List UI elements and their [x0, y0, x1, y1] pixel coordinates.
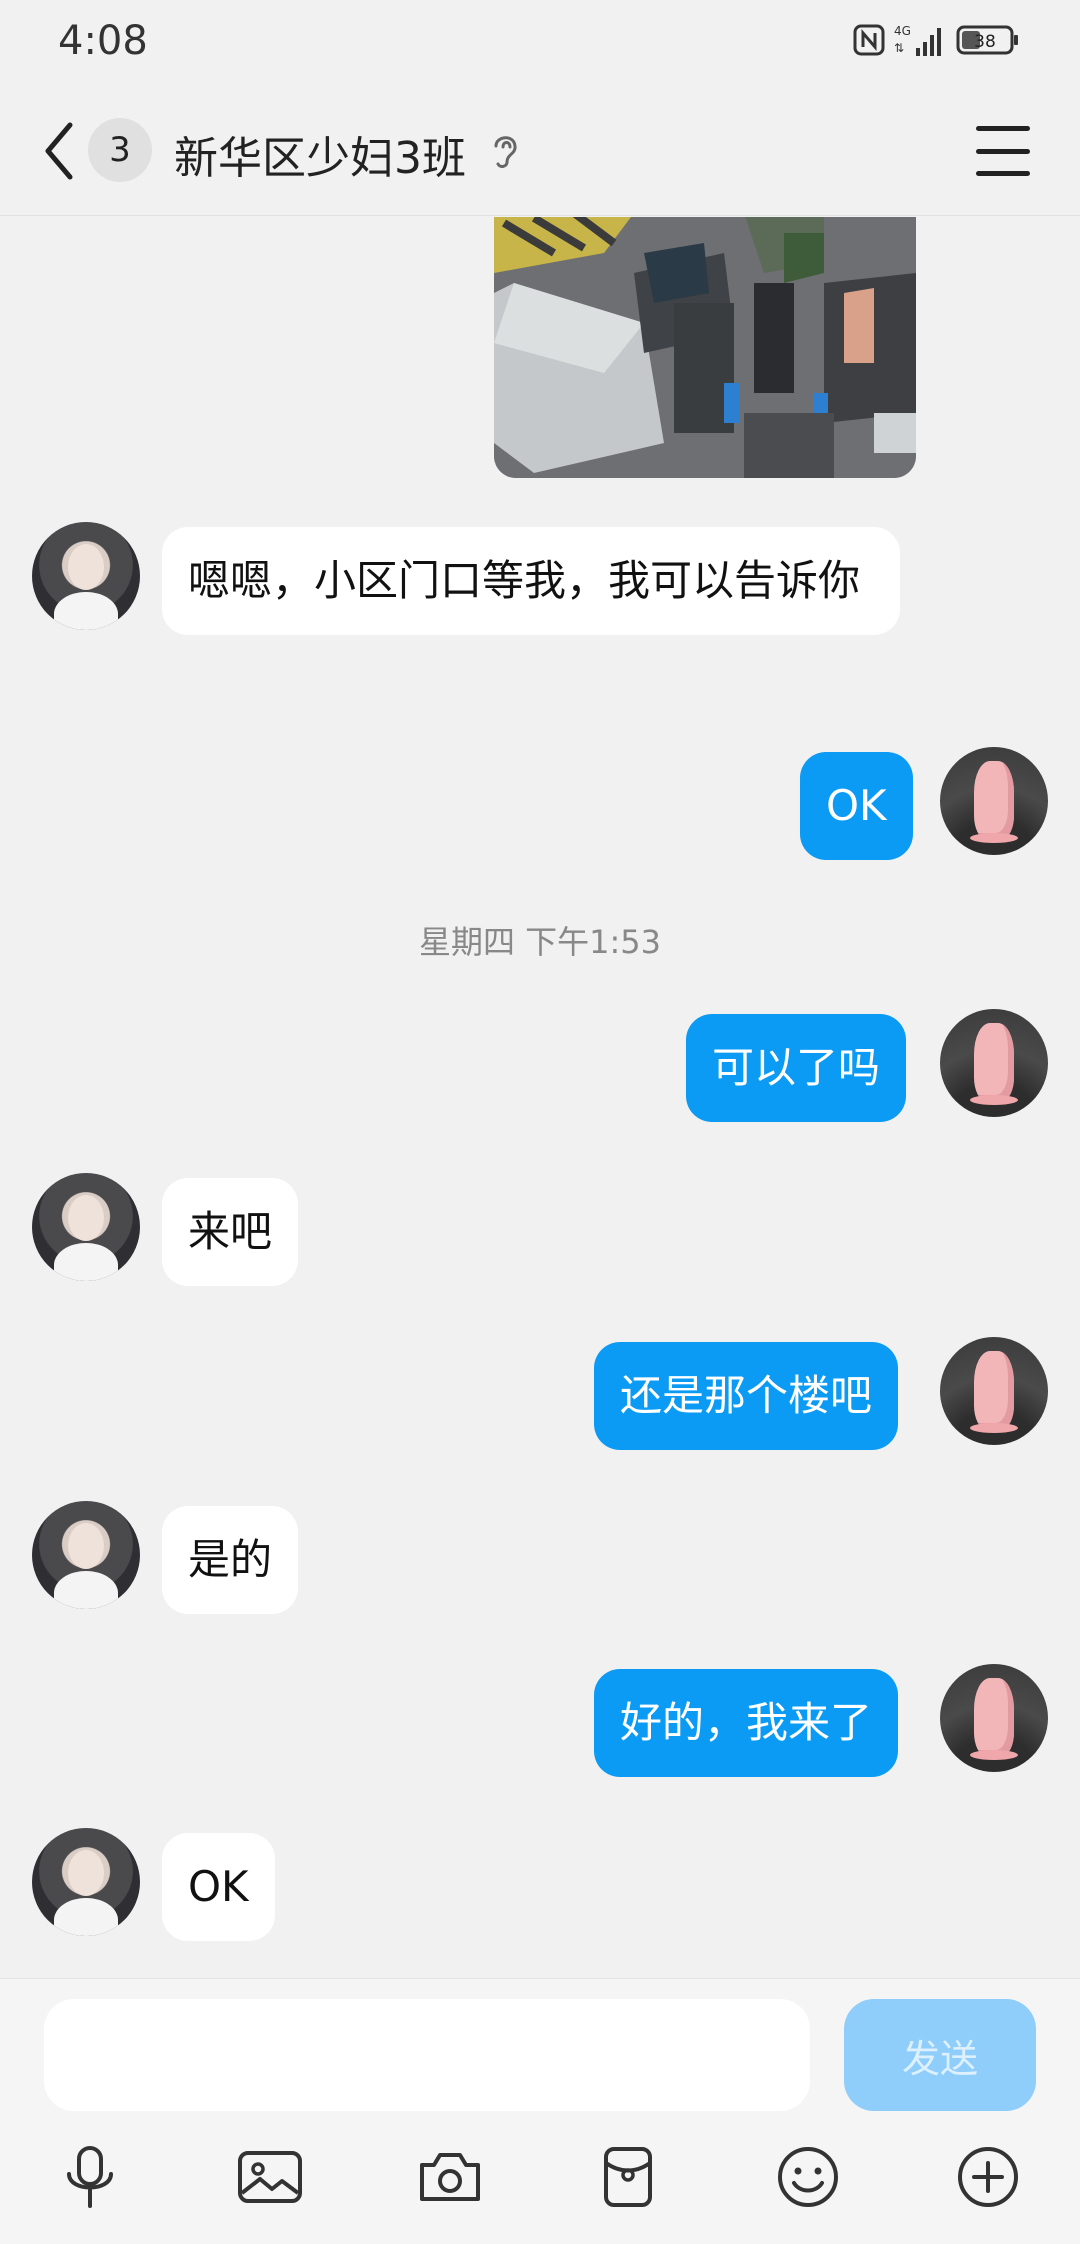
my-avatar[interactable] — [940, 1337, 1048, 1445]
message-bubble-incoming[interactable]: 是的 — [162, 1506, 299, 1614]
input-bar: 发送 — [0, 1978, 1080, 2244]
message-list[interactable]: 嗯嗯，小区门口等我，我可以告诉你 OK 星期四 下午1:53 可以了吗 来吧 还… — [0, 217, 1080, 1977]
send-button[interactable]: 发送 — [844, 1999, 1036, 2111]
ear-icon — [494, 136, 517, 168]
plus-icon — [958, 2147, 1018, 2207]
chat-header: 3 新华区少妇3班 — [0, 86, 1080, 216]
message-bubble-outgoing[interactable]: 还是那个楼吧 — [594, 1342, 899, 1450]
camera-icon — [420, 2153, 480, 2201]
emoji-button[interactable] — [770, 2139, 846, 2215]
input-toolbar — [0, 2139, 1080, 2229]
contact-avatar[interactable] — [32, 1501, 140, 1609]
unread-badge[interactable]: 3 — [88, 118, 152, 182]
network-label: 4G — [894, 24, 911, 38]
my-avatar[interactable] — [940, 747, 1048, 855]
image-icon — [238, 2151, 302, 2203]
message-bubble-outgoing[interactable]: OK — [800, 752, 913, 860]
message-bubble-incoming[interactable]: OK — [162, 1833, 275, 1941]
image-message[interactable] — [494, 217, 916, 478]
chevron-left-icon — [45, 122, 73, 180]
contact-avatar[interactable] — [32, 522, 140, 630]
gallery-button[interactable] — [232, 2139, 308, 2215]
my-avatar[interactable] — [940, 1664, 1048, 1772]
status-time: 4:08 — [58, 18, 148, 64]
message-bubble-outgoing[interactable]: 可以了吗 — [686, 1014, 907, 1122]
red-packet-button[interactable] — [590, 2139, 666, 2215]
battery-icon: 38 — [956, 25, 1018, 55]
contact-avatar[interactable] — [32, 1828, 140, 1936]
battery-level: 38 — [974, 32, 996, 52]
more-button[interactable] — [950, 2139, 1026, 2215]
microphone-icon — [67, 2146, 113, 2208]
message-bubble-outgoing[interactable]: 好的，我来了 — [594, 1669, 899, 1777]
message-bubble-incoming[interactable]: 嗯嗯，小区门口等我，我可以告诉你 — [162, 527, 900, 635]
signal-icon: 4G ⇅ — [894, 24, 941, 56]
chat-screen: 4:08 4G ⇅ 38 3 新华区少妇3班 嗯嗯，小区门口等我，我可以告诉你 … — [0, 0, 1080, 2244]
red-packet-icon — [604, 2147, 652, 2207]
message-bubble-incoming[interactable]: 来吧 — [162, 1178, 299, 1286]
status-bar: 4:08 4G ⇅ 38 — [0, 0, 1080, 86]
emoji-icon — [778, 2147, 838, 2207]
voice-button[interactable] — [52, 2139, 128, 2215]
menu-icon — [976, 126, 1030, 131]
message-timestamp: 星期四 下午1:53 — [418, 923, 662, 961]
status-icons: 4G ⇅ 38 — [852, 22, 1020, 58]
back-button[interactable] — [34, 118, 84, 184]
message-input[interactable] — [44, 1999, 810, 2111]
camera-button[interactable] — [412, 2139, 488, 2215]
chat-title: 新华区少妇3班 — [174, 133, 466, 184]
contact-avatar[interactable] — [32, 1173, 140, 1281]
menu-button[interactable] — [976, 126, 1030, 176]
my-avatar[interactable] — [940, 1009, 1048, 1117]
nfc-icon — [853, 24, 885, 56]
svg-text:⇅: ⇅ — [894, 41, 904, 55]
photo-image — [494, 217, 916, 478]
